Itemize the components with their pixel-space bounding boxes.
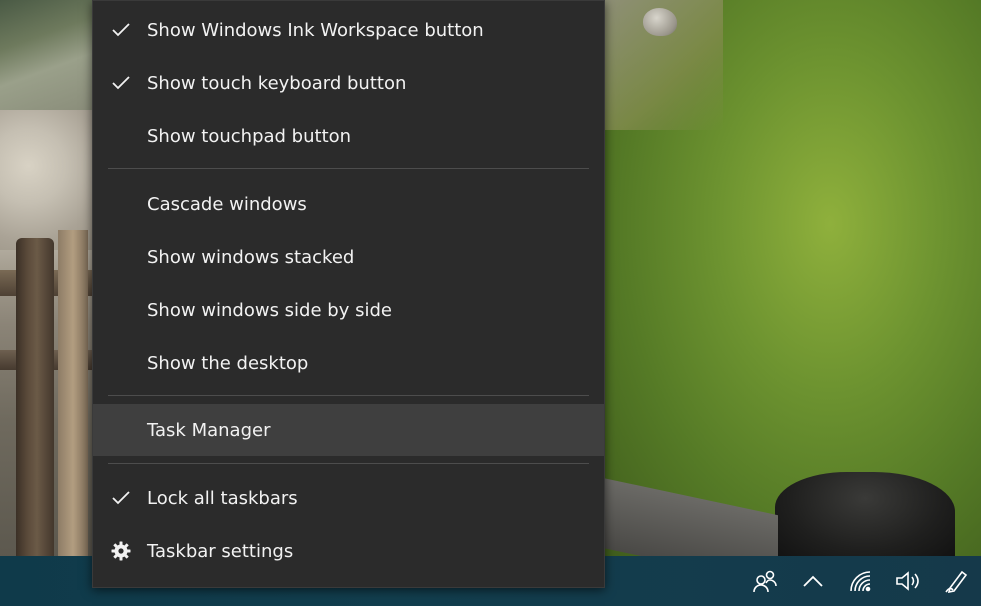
wallpaper-fence-board <box>58 230 88 560</box>
checkmark-icon <box>109 486 133 510</box>
menu-separator <box>108 395 589 396</box>
menu-item-label: Show windows side by side <box>147 299 392 321</box>
system-tray <box>741 556 981 606</box>
menu-item-show-windows-ink-workspace[interactable]: Show Windows Ink Workspace button <box>93 4 604 56</box>
wallpaper-water <box>0 0 95 110</box>
menu-item-show-the-desktop[interactable]: Show the desktop <box>93 337 604 389</box>
volume-icon[interactable] <box>891 561 927 601</box>
wallpaper-rock <box>643 8 677 36</box>
menu-separator <box>108 168 589 169</box>
menu-item-label: Show Windows Ink Workspace button <box>147 19 484 41</box>
checkmark-icon <box>109 18 133 42</box>
gear-icon <box>109 539 133 563</box>
wallpaper-left-scene <box>0 0 95 560</box>
wallpaper-fence-post <box>16 238 54 560</box>
menu-item-label: Cascade windows <box>147 193 307 215</box>
wallpaper-stump <box>775 472 955 560</box>
menu-item-label: Lock all taskbars <box>147 487 298 509</box>
wifi-icon[interactable] <box>843 561 879 601</box>
checkmark-icon <box>109 71 133 95</box>
people-icon[interactable] <box>747 561 783 601</box>
menu-item-label: Task Manager <box>147 419 271 441</box>
menu-item-label: Show windows stacked <box>147 246 355 268</box>
menu-item-taskbar-settings[interactable]: Taskbar settings <box>93 525 604 577</box>
menu-item-task-manager[interactable]: Task Manager <box>93 404 604 456</box>
wallpaper-gravel <box>0 110 95 250</box>
menu-item-label: Show touch keyboard button <box>147 72 407 94</box>
menu-item-show-touchpad[interactable]: Show touchpad button <box>93 110 604 162</box>
wallpaper-grass <box>603 0 981 560</box>
menu-item-show-windows-stacked[interactable]: Show windows stacked <box>93 231 604 283</box>
chevron-up-icon[interactable] <box>795 561 831 601</box>
pen-icon[interactable] <box>939 561 975 601</box>
menu-item-show-windows-side-by-side[interactable]: Show windows side by side <box>93 284 604 336</box>
menu-item-lock-all-taskbars[interactable]: Lock all taskbars <box>93 472 604 524</box>
menu-separator <box>108 463 589 464</box>
menu-item-cascade-windows[interactable]: Cascade windows <box>93 178 604 230</box>
menu-item-label: Show touchpad button <box>147 125 352 147</box>
menu-item-label: Taskbar settings <box>147 540 294 562</box>
menu-item-show-touch-keyboard[interactable]: Show touch keyboard button <box>93 57 604 109</box>
taskbar-context-menu: Show Windows Ink Workspace button Show t… <box>92 0 605 588</box>
desktop-wallpaper: Show Windows Ink Workspace button Show t… <box>0 0 981 606</box>
menu-item-label: Show the desktop <box>147 352 309 374</box>
